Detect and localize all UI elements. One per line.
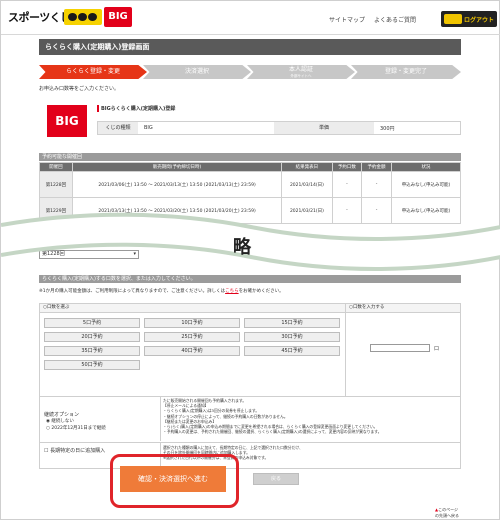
logout-label: ログアウト xyxy=(464,17,495,24)
units-note: ※1か月の購入可能金額は、ご利用制限によって異なりますので、ご注意ください。詳し… xyxy=(39,288,461,294)
sports-kuji-logo[interactable]: スポーツくじ xyxy=(8,9,71,25)
checkbox-icon: ☐ xyxy=(44,448,49,454)
back-to-top-link[interactable]: ▲このページの先頭へ戻る xyxy=(435,507,461,519)
continuation-option-until[interactable]: ○ 2022年12月31日まで継続 xyxy=(46,425,106,431)
table-header-row: 開催回 販売期間(予約締切日時) 結果発表日 予約口数 予約金額 状況 xyxy=(39,162,462,172)
units-option-50[interactable]: 50口予約 xyxy=(44,360,140,370)
col-status: 状況 xyxy=(390,162,462,172)
result-cell: 2021/03/14(日) xyxy=(281,171,333,198)
units-section-title: らくらく購入(定期購入)する口数を選択、または入力してください。 xyxy=(39,275,461,283)
col-result: 結果発表日 xyxy=(281,162,333,172)
period-cell: 2021/03/06(土) 13:50 〜 2021/03/13(土) 13:5… xyxy=(71,171,283,198)
progress-steps: らくらく登録・変更 決済選択 本人認証 外部サイトへ 登録・変更完了 xyxy=(39,65,461,79)
units-option-20[interactable]: 20口予約 xyxy=(44,332,140,342)
continuation-label: 継続オプション xyxy=(44,412,80,418)
big-product-logo: BIG xyxy=(47,105,87,137)
choose-units-header: ○口数を選ぶ xyxy=(40,304,345,313)
holiday-section: ☐ 長期特定の日に追加購入 選択された種類の購入に加えて、長期特定の日に、上記で… xyxy=(39,443,461,469)
step-auth-label: 本人認証 xyxy=(288,66,313,73)
step-complete: 登録・変更完了 xyxy=(351,65,461,79)
units-note-tail: をお確かめください。 xyxy=(238,289,284,294)
units-option-40[interactable]: 40口予約 xyxy=(144,346,240,356)
units-option-45[interactable]: 45口予約 xyxy=(244,346,340,356)
divider xyxy=(345,304,346,396)
step-auth: 本人認証 外部サイトへ xyxy=(247,65,355,79)
radio-icon: ○ xyxy=(46,426,50,431)
option-label: 継続しない xyxy=(51,419,74,424)
page-title: らくらく購入(定期購入)登録画面 xyxy=(39,39,461,55)
holiday-checkbox-row[interactable]: ☐ 長期特定の日に追加購入 xyxy=(44,447,105,454)
limits-link[interactable]: こちら xyxy=(225,289,239,294)
product-info-row: くじの種類 BIG 単価 300円 xyxy=(97,121,461,135)
option-label: 2022年12月31日まで継続 xyxy=(51,426,106,431)
choose-units-label: 口数を選ぶ xyxy=(46,305,70,310)
status-cell: 申込みなし(申込み可能) xyxy=(390,171,462,198)
big-logo[interactable]: BIG xyxy=(104,7,132,27)
units-suffix: 口 xyxy=(434,346,440,352)
units-option-10[interactable]: 10口予約 xyxy=(144,318,240,328)
info-line: ・予約購入の変更は、予約された開催回、継続の選択、らくらく購入(定期購入)の選択… xyxy=(163,429,382,435)
units-option-35[interactable]: 35口予約 xyxy=(44,346,140,356)
units-input[interactable] xyxy=(370,344,430,352)
col-period: 販売期間(予約締切日時) xyxy=(71,162,283,172)
holiday-label: 長期特定の日に追加購入 xyxy=(50,448,106,454)
page-frame: スポーツくじ BIG サイトマップ よくあるご質問 ログアウト らくらく購入(定… xyxy=(0,0,500,520)
price-value: 300円 xyxy=(380,126,395,132)
units-section: らくらく購入(定期購入)する口数を選択、または入力してください。 ※1か月の購入… xyxy=(39,275,461,294)
main-content: らくらく購入(定期購入)登録画面 らくらく登録・変更 決済選択 本人認証 外部サ… xyxy=(39,39,462,519)
amount-cell: - xyxy=(361,171,392,198)
col-units: 予約口数 xyxy=(331,162,363,172)
col-amount: 予約金額 xyxy=(361,162,392,172)
continuation-section: 継続オプション ◉ 継続しない ○ 2022年12月31日まで継続 たに販売開始… xyxy=(39,397,461,443)
step-register: らくらく登録・変更 xyxy=(39,65,147,79)
units-option-5[interactable]: 5口予約 xyxy=(44,318,140,328)
continuation-option-none[interactable]: ◉ 継続しない xyxy=(46,418,74,424)
radio-icon: ◉ xyxy=(46,419,50,424)
toto-logo[interactable] xyxy=(64,9,102,25)
lottery-type-value: BIG xyxy=(144,125,153,131)
lottery-type-label: くじの種類 xyxy=(98,122,138,134)
schedule-section-title: 予約可能な開催回 xyxy=(39,153,461,161)
col-round: 開催回 xyxy=(39,162,73,172)
input-units-header: ○口数を入力する xyxy=(346,304,460,313)
highlight-ring xyxy=(110,454,239,508)
product-section-title: BIGらくらく購入(定期購入)登録 xyxy=(97,105,175,112)
table-row: 第1228回 2021/03/06(土) 13:50 〜 2021/03/13(… xyxy=(39,171,462,198)
faq-link[interactable]: よくあるご質問 xyxy=(374,15,416,24)
units-note-text: ※1か月の購入可能金額は、ご利用制限によって異なりますので、ご注意ください。詳し… xyxy=(39,289,226,294)
continuation-info: たに販売開始される開催回も予約購入されます。 【停止メールによる通知】 ・らくら… xyxy=(160,397,460,441)
units-option-15[interactable]: 15口予約 xyxy=(244,318,340,328)
round-cell: 第1228回 xyxy=(39,171,73,198)
toto-logo-dot xyxy=(78,13,87,21)
site-header: スポーツくじ BIG サイトマップ よくあるご質問 ログアウト xyxy=(1,1,500,35)
step-payment: 決済選択 xyxy=(143,65,251,79)
toto-logo-dot xyxy=(88,13,97,21)
price-label: 単価 xyxy=(274,122,374,134)
intro-note: お申込み口数等をご入力ください。 xyxy=(39,86,120,92)
units-chooser: ○口数を選ぶ ○口数を入力する 5口予約 10口予約 15口予約 20口予約 2… xyxy=(39,303,461,397)
product-block: BIG BIGらくらく購入(定期購入)登録 くじの種類 BIG 単価 300円 xyxy=(39,101,461,141)
back-button[interactable]: 戻る xyxy=(253,473,299,485)
step-auth-sub: 外部サイトへ xyxy=(290,74,312,78)
logout-button[interactable]: ログアウト xyxy=(441,11,497,27)
back-to-top-label: このページの先頭へ戻る xyxy=(435,507,459,518)
omitted-label: 略 xyxy=(233,237,251,258)
sitemap-link[interactable]: サイトマップ xyxy=(329,15,365,24)
units-option-25[interactable]: 25口予約 xyxy=(144,332,240,342)
input-units-label: 口数を入力する xyxy=(352,305,385,310)
logout-icon xyxy=(444,14,462,24)
toto-logo-dot xyxy=(68,13,77,21)
units-cell: - xyxy=(331,171,363,198)
units-option-30[interactable]: 30口予約 xyxy=(244,332,340,342)
